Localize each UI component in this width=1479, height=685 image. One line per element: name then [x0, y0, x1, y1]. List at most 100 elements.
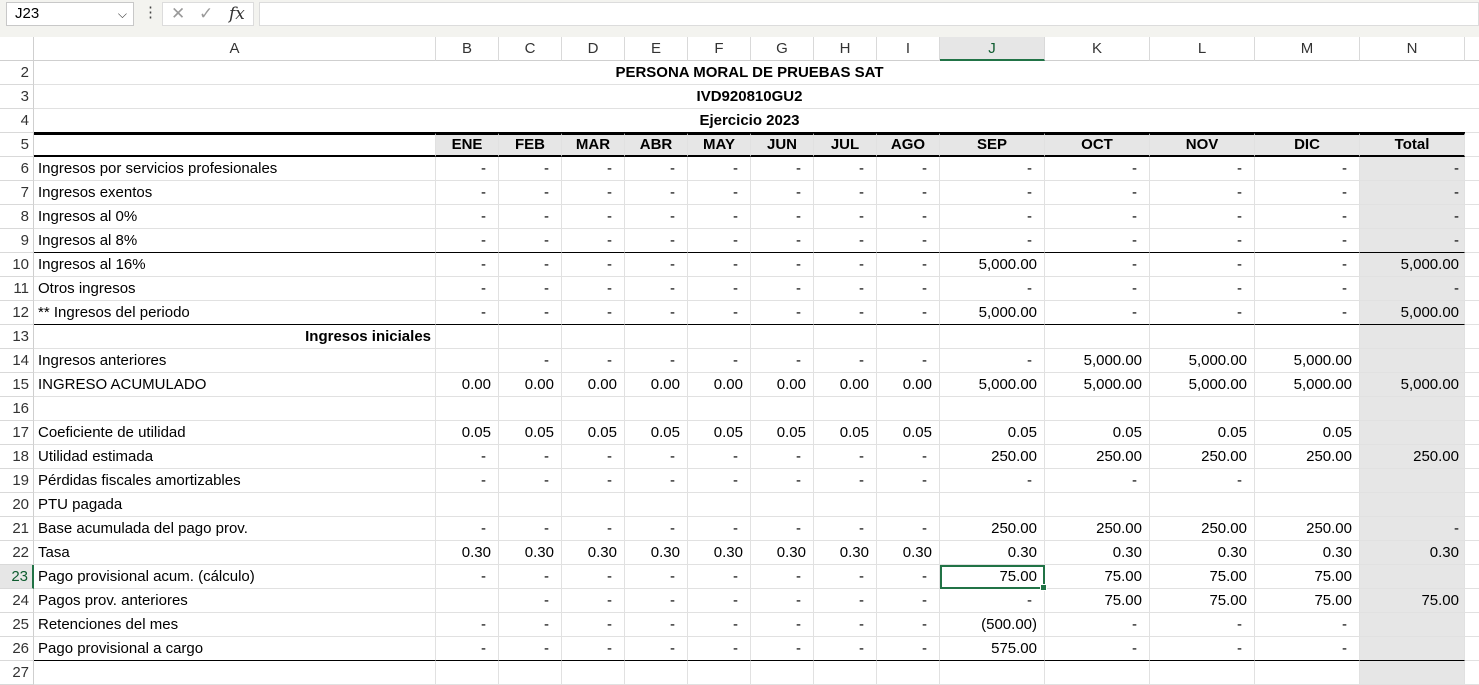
cell-e13[interactable]	[625, 325, 688, 349]
cell-m24[interactable]: 75.00	[1255, 589, 1360, 613]
cell-c17[interactable]: 0.05	[499, 421, 562, 445]
cell-l8[interactable]: -	[1150, 205, 1255, 229]
cell-d8[interactable]: -	[562, 205, 625, 229]
cell-m18[interactable]: 250.00	[1255, 445, 1360, 469]
cell-k12[interactable]: -	[1045, 301, 1150, 325]
cell-e14[interactable]: -	[625, 349, 688, 373]
cell-e27[interactable]	[625, 661, 688, 685]
cell-g12[interactable]: -	[751, 301, 814, 325]
cell-g10[interactable]: -	[751, 253, 814, 277]
row-label[interactable]: Ingresos exentos	[34, 181, 436, 205]
cell-c18[interactable]: -	[499, 445, 562, 469]
cell-l26[interactable]: -	[1150, 637, 1255, 661]
cell-b16[interactable]	[436, 397, 499, 421]
cell-f20[interactable]	[688, 493, 751, 517]
cell-n9[interactable]: -	[1360, 229, 1465, 253]
column-header-b[interactable]: B	[436, 37, 499, 61]
cell-l11[interactable]: -	[1150, 277, 1255, 301]
cell-d10[interactable]: -	[562, 253, 625, 277]
cell-n23[interactable]	[1360, 565, 1465, 589]
cell-f16[interactable]	[688, 397, 751, 421]
cell-i12[interactable]: -	[877, 301, 940, 325]
cell-j20[interactable]	[940, 493, 1045, 517]
column-header-c[interactable]: C	[499, 37, 562, 61]
row-label[interactable]: Tasa	[34, 541, 436, 565]
cell-j26[interactable]: 575.00	[940, 637, 1045, 661]
month-header-may[interactable]: MAY	[688, 133, 751, 157]
cell-e25[interactable]: -	[625, 613, 688, 637]
cell-j9[interactable]: -	[940, 229, 1045, 253]
cell-c9[interactable]: -	[499, 229, 562, 253]
row-header-17[interactable]: 17	[0, 421, 34, 445]
cell-e8[interactable]: -	[625, 205, 688, 229]
cell-d18[interactable]: -	[562, 445, 625, 469]
cell-g13[interactable]	[751, 325, 814, 349]
cell-f6[interactable]: -	[688, 157, 751, 181]
cell-h20[interactable]	[814, 493, 877, 517]
cell-f22[interactable]: 0.30	[688, 541, 751, 565]
cell-m13[interactable]	[1255, 325, 1360, 349]
column-header-d[interactable]: D	[562, 37, 625, 61]
row-label[interactable]: Utilidad estimada	[34, 445, 436, 469]
row-header-20[interactable]: 20	[0, 493, 34, 517]
cell-c10[interactable]: -	[499, 253, 562, 277]
row-header-25[interactable]: 25	[0, 613, 34, 637]
row-header-12[interactable]: 12	[0, 301, 34, 325]
cell-f12[interactable]: -	[688, 301, 751, 325]
cell-m21[interactable]: 250.00	[1255, 517, 1360, 541]
row-header-21[interactable]: 21	[0, 517, 34, 541]
cell-l22[interactable]: 0.30	[1150, 541, 1255, 565]
cell-b9[interactable]: -	[436, 229, 499, 253]
cell-e16[interactable]	[625, 397, 688, 421]
month-header-abr[interactable]: ABR	[625, 133, 688, 157]
cell-j18[interactable]: 250.00	[940, 445, 1045, 469]
cell-k24[interactable]: 75.00	[1045, 589, 1150, 613]
cell-i27[interactable]	[877, 661, 940, 685]
cell-f23[interactable]: -	[688, 565, 751, 589]
cell-k13[interactable]	[1045, 325, 1150, 349]
cell-h26[interactable]: -	[814, 637, 877, 661]
cell-n15[interactable]: 5,000.00	[1360, 373, 1465, 397]
row-label[interactable]: PTU pagada	[34, 493, 436, 517]
row-label[interactable]: Coeficiente de utilidad	[34, 421, 436, 445]
cell-f15[interactable]: 0.00	[688, 373, 751, 397]
cell-h11[interactable]: -	[814, 277, 877, 301]
row-header-3[interactable]: 3	[0, 85, 34, 109]
row-header-5[interactable]: 5	[0, 133, 34, 157]
cell-n16[interactable]	[1360, 397, 1465, 421]
cell-g9[interactable]: -	[751, 229, 814, 253]
row-label[interactable]: Ingresos anteriores	[34, 349, 436, 373]
cell-l20[interactable]	[1150, 493, 1255, 517]
cell-g27[interactable]	[751, 661, 814, 685]
month-header-oct[interactable]: OCT	[1045, 133, 1150, 157]
cell-j8[interactable]: -	[940, 205, 1045, 229]
row-header-7[interactable]: 7	[0, 181, 34, 205]
cell-i21[interactable]: -	[877, 517, 940, 541]
cell-j21[interactable]: 250.00	[940, 517, 1045, 541]
cell-d19[interactable]: -	[562, 469, 625, 493]
cell-e15[interactable]: 0.00	[625, 373, 688, 397]
cell-h8[interactable]: -	[814, 205, 877, 229]
cell-b12[interactable]: -	[436, 301, 499, 325]
cell-h12[interactable]: -	[814, 301, 877, 325]
cell-g19[interactable]: -	[751, 469, 814, 493]
cell-g15[interactable]: 0.00	[751, 373, 814, 397]
cell-j14[interactable]: -	[940, 349, 1045, 373]
cell-f11[interactable]: -	[688, 277, 751, 301]
cell-k20[interactable]	[1045, 493, 1150, 517]
cell-k18[interactable]: 250.00	[1045, 445, 1150, 469]
cell-d24[interactable]: -	[562, 589, 625, 613]
cell-c16[interactable]	[499, 397, 562, 421]
cell-k27[interactable]	[1045, 661, 1150, 685]
cell-c11[interactable]: -	[499, 277, 562, 301]
cell-d9[interactable]: -	[562, 229, 625, 253]
cell-i6[interactable]: -	[877, 157, 940, 181]
sheet-title-1[interactable]: PERSONA MORAL DE PRUEBAS SAT	[34, 61, 1465, 85]
month-header-jun[interactable]: JUN	[751, 133, 814, 157]
cell-j17[interactable]: 0.05	[940, 421, 1045, 445]
cell-g24[interactable]: -	[751, 589, 814, 613]
cell-j15[interactable]: 5,000.00	[940, 373, 1045, 397]
name-box[interactable]: J23 ⌵	[6, 2, 134, 26]
cell-j23[interactable]: 75.00	[940, 565, 1047, 591]
cell-f24[interactable]: -	[688, 589, 751, 613]
